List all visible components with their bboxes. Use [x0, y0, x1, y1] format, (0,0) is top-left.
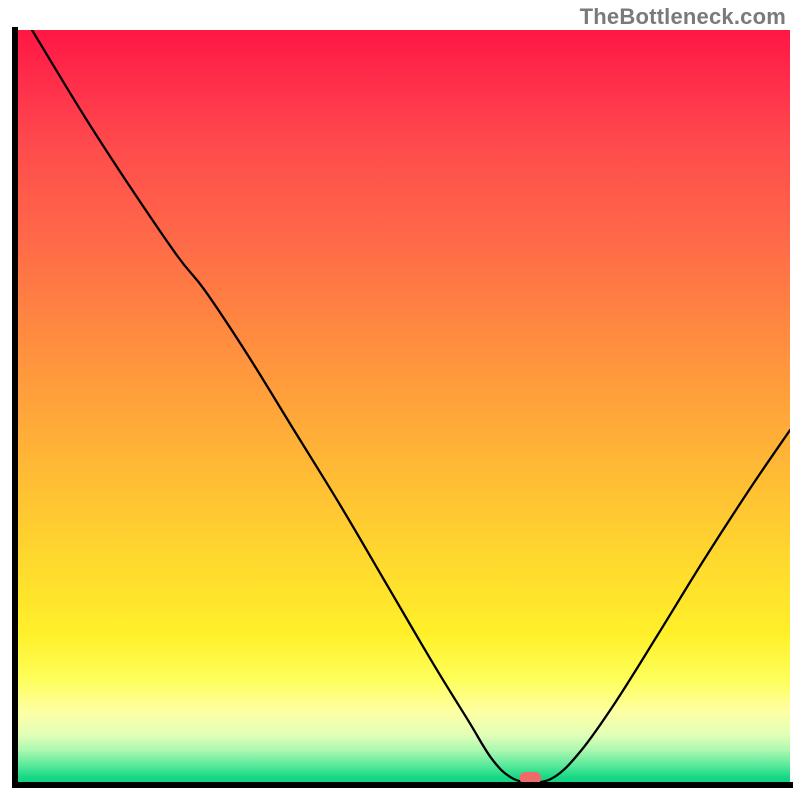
gradient-background [15, 30, 790, 785]
plot-canvas [0, 0, 800, 800]
bottleneck-chart: TheBottleneck.com [0, 0, 800, 800]
plot-area [15, 30, 790, 785]
